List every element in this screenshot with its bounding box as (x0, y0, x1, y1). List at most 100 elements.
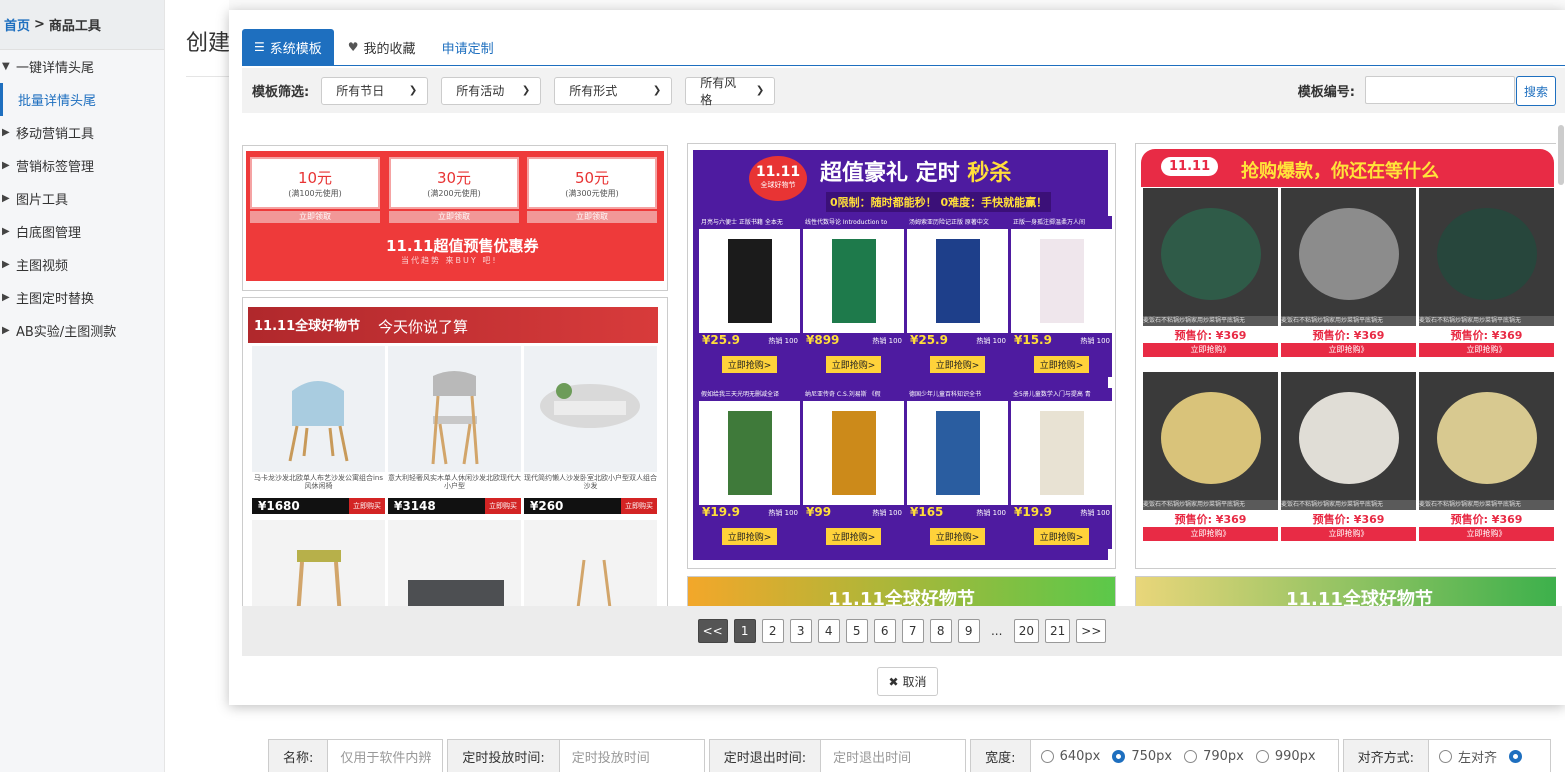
book-price: ¥19.9 (1014, 505, 1052, 519)
book-buy-row: 立即抢购> (1011, 351, 1112, 377)
page-3[interactable]: 3 (789, 619, 812, 643)
pan-dish (1299, 392, 1399, 484)
sidebar-item-white-bg[interactable]: ▶ 白底图管理 (0, 215, 164, 248)
pans-header: 11.11 抢购爆款，你还在等什么 (1141, 149, 1554, 187)
page-8[interactable]: 8 (929, 619, 952, 643)
modal-tabs: ☰ 系统模板 ♥ 我的收藏 申请定制 (242, 29, 1565, 66)
sidebar-item-mobile-marketing[interactable]: ▶ 移动营销工具 (0, 116, 164, 149)
coupon-claim: 立即领取 (250, 211, 380, 223)
align-center-radio[interactable] (1509, 749, 1528, 763)
coupon-3: 50元 (满300元使用) (527, 157, 657, 209)
radio-icon (1184, 749, 1198, 763)
start-time-input[interactable]: 定时投放时间 (559, 739, 705, 772)
product-price: ¥3148 (394, 499, 436, 513)
page-prev-button[interactable]: << (697, 619, 728, 643)
scrollbar-thumb[interactable] (1558, 125, 1564, 185)
close-icon: ✖ (888, 674, 899, 689)
caret-down-icon: ▼ (2, 61, 10, 72)
sidebar-item-image-tools[interactable]: ▶ 图片工具 (0, 182, 164, 215)
template-card-coupon[interactable]: 10元 (满100元使用) 立即领取 30元 (满200元使用) 立即领取 50元 (… (242, 145, 668, 291)
book-buy-label: 立即抢购> (1033, 355, 1090, 373)
template-card-pans[interactable]: 11.11 抢购爆款，你还在等什么 麦饭石不粘锅炒锅家用炒菜锅平底锅无 预售价: … (1135, 143, 1556, 569)
sidebar-item-label: 移动营销工具 (16, 127, 95, 142)
end-time-input[interactable]: 定时退出时间 (821, 739, 967, 772)
page-20[interactable]: 20 (1013, 619, 1039, 643)
page-2[interactable]: 2 (761, 619, 784, 643)
page-7[interactable]: 7 (901, 619, 924, 643)
page-9[interactable]: 9 (957, 619, 980, 643)
book-buy-label: 立即抢购> (721, 527, 778, 545)
name-input[interactable]: 仅用于软件内辨 (328, 739, 444, 772)
festival-select[interactable]: 所有节日 ❯ (321, 76, 429, 105)
sidebar-item-label: 批量详情头尾 (18, 94, 97, 109)
buy-label: 立即购买 (349, 498, 385, 514)
radio-label: 左对齐 (1458, 750, 1498, 766)
book-cover-shape (1039, 239, 1084, 323)
tab-label: 我的收藏 (363, 41, 416, 57)
page-1[interactable]: 1 (733, 619, 756, 643)
sidebar-item-label: 主图视频 (16, 259, 69, 274)
width-radio-790[interactable]: 790px (1184, 749, 1244, 764)
page-6[interactable]: 6 (873, 619, 896, 643)
form-select[interactable]: 所有形式 ❯ (554, 76, 673, 105)
template-card-books[interactable]: 11.11 全球好物节 超值豪礼 定时 秒杀 0限制：随时都能秒！ 0难度：手快就… (687, 143, 1116, 569)
width-radio-640[interactable]: 640px (1040, 749, 1100, 764)
filter-bar: 模板筛选: 所有节日 ❯ 所有活动 ❯ 所有形式 ❯ 所有风格 ❯ 模板编号: 搜索 (242, 68, 1565, 113)
buy-label: 立即购买 (485, 498, 521, 514)
product-caption: 现代简约懒人沙发卧室北欧小户型双人组合沙发 (524, 474, 657, 490)
pan-price: 预售价: ¥369 (1174, 329, 1247, 342)
template-grid: 10元 (满100元使用) 立即领取 30元 (满200元使用) 立即领取 50元 (… (242, 125, 1556, 606)
template-card-furniture[interactable]: 11.11全球好物节 今天你说了算 马卡龙沙发北欧单人布艺沙发公寓组合ins风休… (242, 297, 668, 606)
book-cover (803, 401, 904, 505)
book-cover-shape (727, 239, 772, 323)
template-number-input[interactable] (1365, 76, 1515, 104)
width-label: 宽度: (970, 739, 1031, 772)
book-hot: 热销 100 (768, 509, 798, 517)
activity-select[interactable]: 所有活动 ❯ (441, 76, 542, 105)
caret-right-icon: ▶ (2, 160, 10, 171)
book-name: 月亮与六便士 正版书籍 全本无 (699, 216, 800, 229)
search-button[interactable]: 搜索 (1516, 76, 1556, 106)
tab-favorites[interactable]: ♥ 我的收藏 (336, 29, 428, 65)
page-4[interactable]: 4 (817, 619, 840, 643)
breadcrumb-home[interactable]: 首页 (4, 15, 30, 34)
tab-system-templates[interactable]: ☰ 系统模板 (242, 29, 334, 65)
caret-right-icon: ▶ (2, 193, 10, 204)
align-left-radio[interactable]: 左对齐 (1439, 747, 1497, 766)
sidebar-item-batch-detail[interactable]: 批量详情头尾 (0, 83, 164, 116)
cancel-button[interactable]: ✖ 取消 (877, 667, 938, 696)
radio-label: 750px (1131, 748, 1173, 764)
width-radio-750[interactable]: 750px (1112, 749, 1172, 764)
book-name: 全5册儿童数学入门与提高 青 (1011, 388, 1112, 401)
book-item: 线性代数导论 Introduction to ¥899 热销 100 立即抢购> (803, 216, 904, 377)
template-modal: ☰ 系统模板 ♥ 我的收藏 申请定制 模板筛选: 所有节日 ❯ 所有活动 ❯ 所有形式 ❯… (229, 10, 1565, 705)
pan-dish (1161, 208, 1261, 300)
page-next-button[interactable]: >> (1076, 619, 1107, 643)
page-5[interactable]: 5 (845, 619, 868, 643)
template-card-partial-left[interactable]: 11.11全球好物节 (687, 576, 1116, 606)
coupon-amount: 10元 (297, 169, 333, 187)
cancel-label: 取消 (902, 675, 927, 689)
template-card-partial-right[interactable]: 11.11全球好物节 (1135, 576, 1556, 606)
width-radio-990[interactable]: 990px (1255, 749, 1316, 764)
sidebar-item-timed-replace[interactable]: ▶ 主图定时替换 (0, 281, 164, 314)
tab-label: 系统模板 (269, 41, 322, 57)
style-select[interactable]: 所有风格 ❯ (685, 76, 776, 107)
book-item: 正版一身孤注掷温柔万人间 ¥15.9 热销 100 立即抢购> (1011, 216, 1112, 377)
start-time-label: 定时投放时间: (447, 739, 560, 772)
book-price: ¥165 (910, 505, 944, 519)
page-21[interactable]: 21 (1045, 619, 1071, 643)
sidebar-item-ab-test[interactable]: ▶ AB实验/主图测款 (0, 314, 164, 347)
pan-buy: 立即抢购》 (1143, 343, 1278, 357)
sidebar-item-main-video[interactable]: ▶ 主图视频 (0, 248, 164, 281)
pan-buy: 立即抢购》 (1419, 343, 1554, 357)
template-number-group: 模板编号: (1298, 76, 1515, 104)
partial-title: 11.11全球好物节 (1286, 589, 1433, 606)
price-bar: ¥1680 立即购买 (252, 498, 385, 514)
sidebar-item-detail-header[interactable]: ▼ 一键详情头尾 (0, 50, 164, 83)
tab-custom[interactable]: 申请定制 (430, 29, 506, 65)
app-root: 首页 > 商品工具 ▼ 一键详情头尾 批量详情头尾 ▶ 移动营销工具 ▶ 营销标签管理… (0, 0, 1565, 772)
sidebar-item-marketing-tags[interactable]: ▶ 营销标签管理 (0, 149, 164, 182)
book-buy-label: 立即抢购> (1033, 527, 1090, 545)
book-cover-shape (935, 411, 980, 495)
